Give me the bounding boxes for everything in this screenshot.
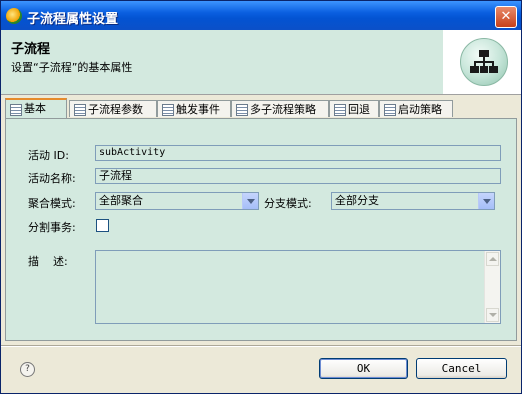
cancel-button[interactable]: Cancel	[416, 358, 507, 379]
tab-label: 多子流程策略	[250, 103, 316, 116]
tab-page-icon	[384, 104, 396, 116]
header-title: 子流程	[11, 42, 51, 57]
header-description: 设置“子流程”的基本属性	[11, 61, 133, 74]
tab-label: 子流程参数	[88, 103, 143, 116]
tab-rollback[interactable]: 回退	[329, 100, 379, 117]
tab-label: 启动策略	[398, 103, 442, 116]
tab-label: 触发事件	[176, 103, 220, 116]
dialog-window: 子流程属性设置 ✕ 子流程 设置“子流程”的基本属性 基本 子流程参数 触发事件…	[0, 0, 522, 394]
window-title: 子流程属性设置	[27, 12, 119, 27]
tab-multi-subprocess-strategy[interactable]: 多子流程策略	[231, 100, 329, 117]
header-badge	[443, 30, 521, 94]
chevron-down-icon[interactable]	[478, 193, 494, 209]
tab-page-icon	[236, 104, 248, 116]
description-textarea[interactable]	[95, 250, 501, 324]
tab-page-icon	[10, 104, 22, 116]
description-label: 描 述:	[28, 255, 68, 268]
split-transaction-label: 分割事务:	[28, 221, 76, 234]
dialog-header: 子流程 设置“子流程”的基本属性	[1, 30, 521, 95]
basic-tab-panel: 活动 ID: subActivity 活动名称: 子流程 聚合模式: 全部聚合 …	[5, 119, 517, 341]
tab-startup-strategy[interactable]: 启动策略	[379, 100, 453, 117]
tab-label: 回退	[348, 103, 370, 116]
activity-id-label: 活动 ID:	[28, 149, 69, 162]
chevron-down-icon[interactable]	[242, 193, 258, 209]
tab-label: 基本	[24, 102, 46, 115]
activity-name-label: 活动名称:	[28, 172, 76, 185]
ok-button[interactable]: OK	[319, 358, 408, 379]
split-transaction-checkbox[interactable]	[96, 219, 109, 232]
tab-strip: 基本 子流程参数 触发事件 多子流程策略 回退 启动策略	[5, 98, 517, 119]
tab-page-icon	[334, 104, 346, 116]
help-icon[interactable]: ?	[20, 362, 35, 377]
footer-separator	[1, 345, 521, 347]
tab-page-icon	[74, 104, 86, 116]
tab-page-icon	[162, 104, 174, 116]
join-mode-value: 全部聚合	[99, 194, 143, 207]
subprocess-hierarchy-icon	[460, 38, 508, 86]
split-mode-label: 分支模式:	[264, 197, 312, 210]
activity-name-field[interactable]: 子流程	[95, 168, 501, 184]
activity-id-field[interactable]: subActivity	[95, 145, 501, 161]
scroll-up-arrow-icon[interactable]	[486, 252, 499, 266]
app-icon	[6, 8, 22, 24]
description-scrollbar[interactable]	[484, 251, 500, 323]
split-mode-select[interactable]: 全部分支	[331, 192, 495, 210]
split-mode-value: 全部分支	[335, 194, 379, 207]
scroll-down-arrow-icon[interactable]	[486, 308, 499, 322]
tab-subprocess-params[interactable]: 子流程参数	[69, 100, 157, 117]
join-mode-label: 聚合模式:	[28, 197, 76, 210]
tab-trigger-events[interactable]: 触发事件	[157, 100, 231, 117]
title-bar[interactable]: 子流程属性设置 ✕	[1, 1, 521, 30]
join-mode-select[interactable]: 全部聚合	[95, 192, 259, 210]
close-button[interactable]: ✕	[495, 6, 517, 28]
tab-basic[interactable]: 基本	[5, 98, 67, 118]
